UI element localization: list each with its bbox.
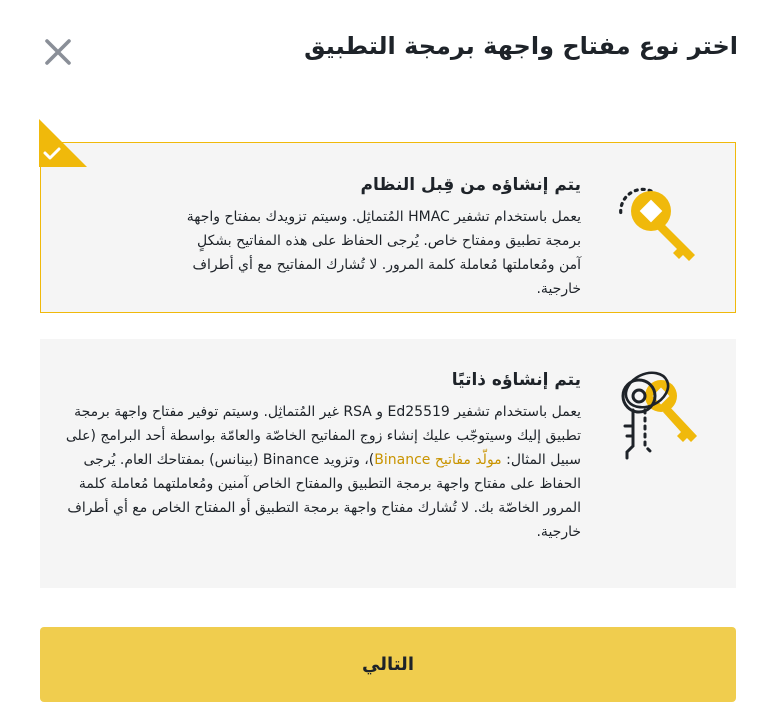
option-system-generated[interactable]: يتم إنشاؤه من قِبل النظام يعمل باستخدام … bbox=[39, 119, 736, 313]
option-system-text: يتم إنشاؤه من قِبل النظام يعمل باستخدام … bbox=[181, 175, 581, 301]
close-icon bbox=[45, 39, 71, 65]
selected-check-icon bbox=[39, 119, 87, 167]
keys-pair-icon bbox=[621, 371, 697, 460]
option-system-heading: يتم إنشاؤه من قِبل النظام bbox=[360, 175, 581, 195]
option-self-description: يعمل باستخدام تشفير Ed25519 و RSA غير ال… bbox=[61, 400, 581, 544]
option-self-text: يتم إنشاؤه ذاتيًا يعمل باستخدام تشفير Ed… bbox=[61, 370, 581, 544]
option-self-generated[interactable]: يتم إنشاؤه ذاتيًا يعمل باستخدام تشفير Ed… bbox=[40, 339, 736, 588]
api-key-type-dialog: اختر نوع مفتاح واجهة برمجة التطبيق يتم إ… bbox=[0, 0, 770, 728]
binance-key-generator-link[interactable]: مولّد مفاتيح Binance bbox=[374, 452, 501, 468]
option-system-description: يعمل باستخدام تشفير HMAC المُتماثِل. وسي… bbox=[186, 209, 581, 297]
close-button[interactable] bbox=[42, 36, 74, 68]
dialog-title: اختر نوع مفتاح واجهة برمجة التطبيق bbox=[304, 32, 738, 60]
next-button[interactable]: التالي bbox=[40, 627, 736, 702]
key-icon bbox=[619, 187, 695, 261]
option-self-heading: يتم إنشاؤه ذاتيًا bbox=[451, 370, 581, 390]
